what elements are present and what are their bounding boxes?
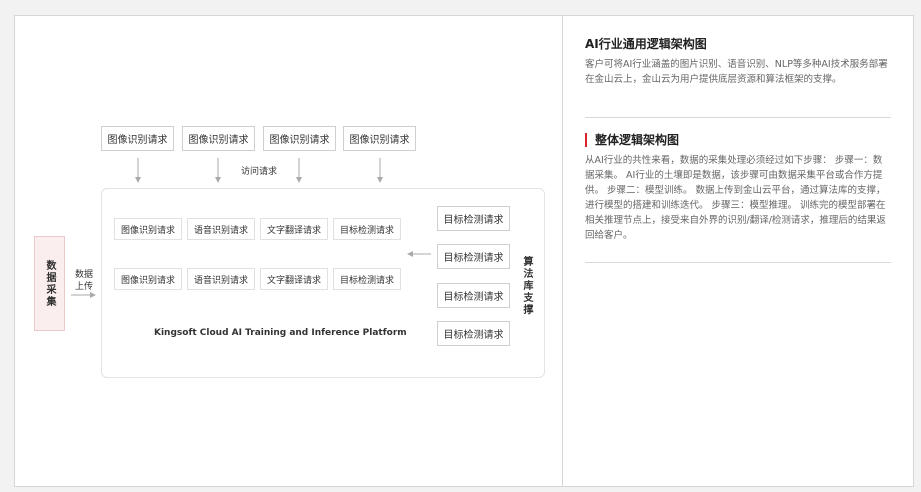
section-divider — [585, 117, 891, 118]
detection-request-box: 目标检测请求 — [437, 206, 510, 231]
panel-divider — [562, 16, 563, 486]
inner-request-box: 文字翻译请求 — [260, 268, 328, 290]
data-collection-box: 数据采集 — [34, 236, 65, 331]
section2-title: 整体逻辑架构图 — [585, 133, 679, 147]
inner-request-box: 图像识别请求 — [114, 268, 182, 290]
detection-request-box: 目标检测请求 — [437, 321, 510, 346]
detection-request-box: 目标检测请求 — [437, 244, 510, 269]
data-upload-label: 数据上传 — [74, 270, 93, 292]
inner-request-box: 语音识别请求 — [187, 268, 255, 290]
platform-name: Kingsoft Cloud AI Training and Inference… — [154, 328, 407, 338]
section2-text: 从AI行业的共性来看，数据的采集处理必须经过如下步骤： 步骤一：数据采集。 AI… — [585, 155, 886, 241]
inner-request-box: 语音识别请求 — [187, 218, 255, 240]
section-divider — [585, 262, 891, 263]
section1-text: 客户可将AI行业涵盖的图片识别、语音识别、NLP等多种AI技术服务部署在金山云上… — [585, 59, 888, 85]
section1-title: AI行业通用逻辑架构图 — [585, 37, 707, 51]
inner-request-box: 图像识别请求 — [114, 218, 182, 240]
algorithm-support-label: 算法库支撑 — [521, 256, 532, 316]
inner-request-box: 目标检测请求 — [333, 218, 401, 240]
page-frame: 图像识别请求 图像识别请求 图像识别请求 图像识别请求 访问请求 图像识别请求 … — [14, 15, 914, 487]
detection-request-box: 目标检测请求 — [437, 283, 510, 308]
inner-request-box: 目标检测请求 — [333, 268, 401, 290]
inner-request-box: 文字翻译请求 — [260, 218, 328, 240]
